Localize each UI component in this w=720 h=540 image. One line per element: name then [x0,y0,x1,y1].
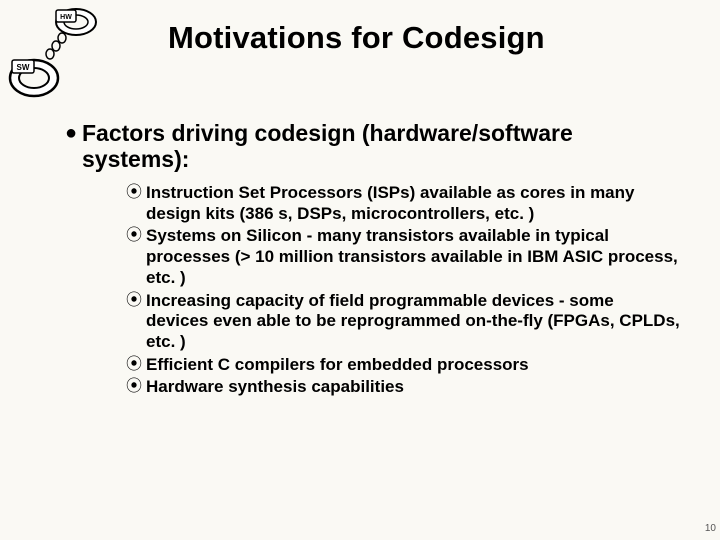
sw-label: SW [17,63,30,72]
sub-bullet-icon: ⦿ [126,226,146,246]
sub-bullet-item: ⦿ Systems on Silicon - many transistors … [126,226,680,288]
main-bullet-item: ● Factors driving codesign (hardware/sof… [60,120,680,173]
sub-bullet-item: ⦿ Increasing capacity of field programma… [126,291,680,353]
sub-bullet-icon: ⦿ [126,183,146,203]
hw-label: HW [60,14,72,21]
sub-bullet-text: Efficient C compilers for embedded proce… [146,355,529,376]
sub-bullet-list: ⦿ Instruction Set Processors (ISPs) avai… [126,183,680,398]
sub-bullet-item: ⦿ Instruction Set Processors (ISPs) avai… [126,183,680,224]
handcuff-hw-sw-icon: HW SW [6,4,116,114]
sub-bullet-item: ⦿ Efficient C compilers for embedded pro… [126,355,680,376]
slide-title: Motivations for Codesign [168,20,545,56]
sub-bullet-text: Instruction Set Processors (ISPs) availa… [146,183,680,224]
sub-bullet-text: Increasing capacity of field programmabl… [146,291,680,353]
sub-bullet-icon: ⦿ [126,355,146,375]
slide-content: ● Factors driving codesign (hardware/sof… [60,120,680,400]
sub-bullet-text: Systems on Silicon - many transistors av… [146,226,680,288]
page-number: 10 [705,523,716,534]
sub-bullet-text: Hardware synthesis capabilities [146,377,404,398]
sub-bullet-icon: ⦿ [126,291,146,311]
slide: HW SW Motivations for Codesign ● Factors… [0,0,720,540]
sub-bullet-icon: ⦿ [126,377,146,397]
sub-bullet-item: ⦿ Hardware synthesis capabilities [126,377,680,398]
bullet-icon: ● [60,120,82,146]
main-bullet-text: Factors driving codesign (hardware/softw… [82,120,680,173]
